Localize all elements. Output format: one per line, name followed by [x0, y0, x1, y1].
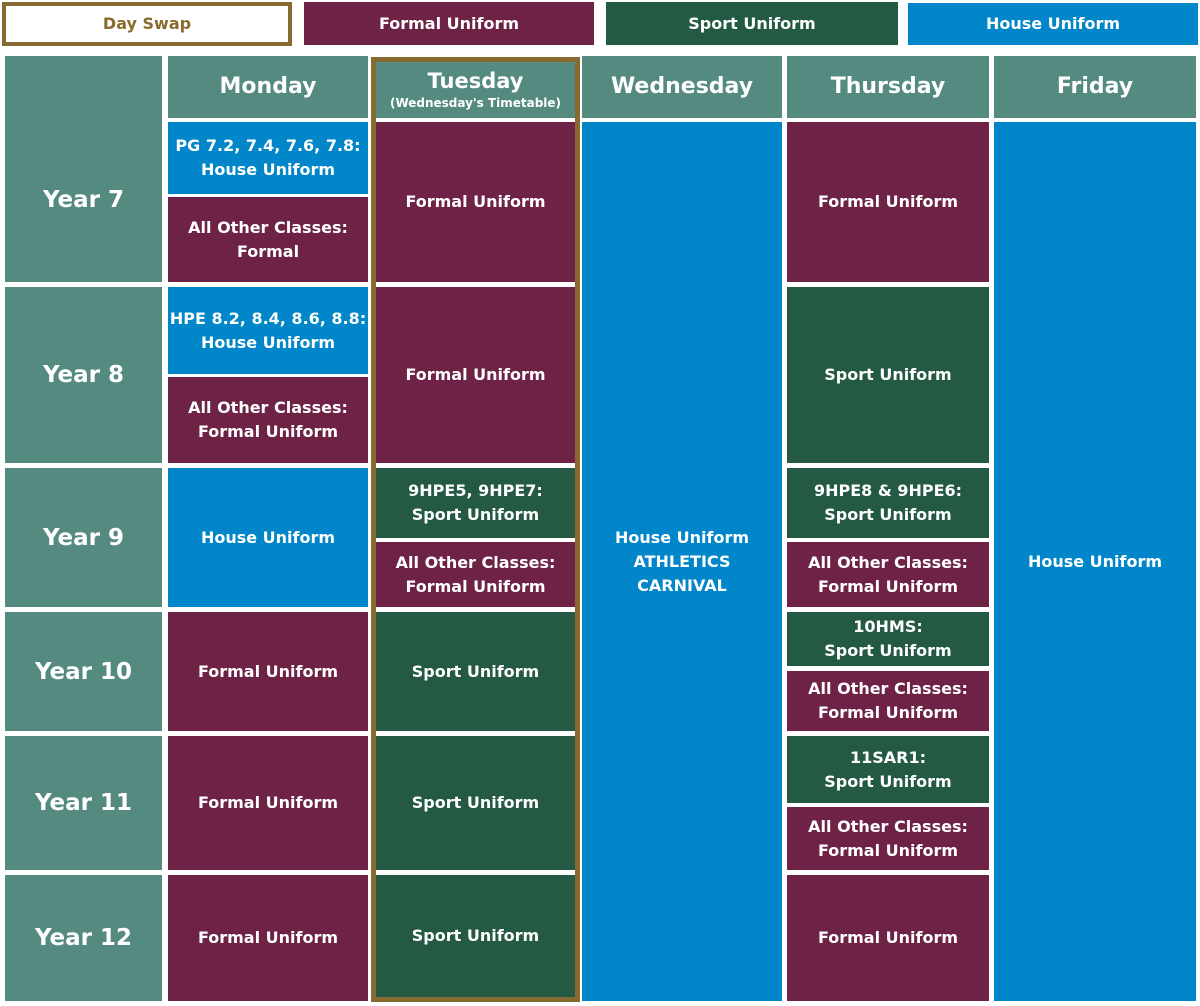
year-header-8: Year 8 — [5, 287, 162, 463]
day-header-wednesday: Wednesday — [582, 56, 782, 118]
monday-year9: House Uniform — [168, 468, 368, 607]
day-header-thursday: Thursday — [787, 56, 989, 118]
legend-sport-uniform: Sport Uniform — [606, 2, 898, 45]
wednesday-all-years-athletics-carnival: House Uniform ATHLETICS CARNIVAL — [582, 122, 782, 1001]
thursday-year7: Formal Uniform — [787, 122, 989, 282]
thursday-year10-hms-class: 10HMS: Sport Uniform — [787, 612, 989, 666]
tuesday-title: Tuesday — [427, 68, 524, 93]
tuesday-year9-other-classes: All Other Classes: Formal Uniform — [376, 542, 575, 607]
thursday-year9-hpe-classes: 9HPE8 & 9HPE6: Sport Uniform — [787, 468, 989, 538]
day-header-monday: Monday — [168, 56, 368, 118]
legend-formal-uniform: Formal Uniform — [304, 2, 594, 45]
thursday-year9-other-classes: All Other Classes: Formal Uniform — [787, 542, 989, 607]
tuesday-year10: Sport Uniform — [376, 612, 575, 731]
monday-year7-other-classes: All Other Classes: Formal — [168, 197, 368, 282]
year-header-11: Year 11 — [5, 736, 162, 870]
legend-day-swap: Day Swap — [2, 2, 292, 46]
day-header-friday: Friday — [994, 56, 1196, 118]
year-header-9: Year 9 — [5, 468, 162, 607]
thursday-year10-other-classes: All Other Classes: Formal Uniform — [787, 671, 989, 731]
thursday-year11-other-classes: All Other Classes: Formal Uniform — [787, 807, 989, 870]
thursday-year8: Sport Uniform — [787, 287, 989, 463]
legend-house-uniform: House Uniform — [908, 3, 1198, 45]
monday-year10: Formal Uniform — [168, 612, 368, 731]
monday-year7-pg-classes: PG 7.2, 7.4, 7.6, 7.8: House Uniform — [168, 122, 368, 194]
thursday-year11-sar-class: 11SAR1: Sport Uniform — [787, 736, 989, 803]
tuesday-year8: Formal Uniform — [376, 287, 575, 463]
year-header-10: Year 10 — [5, 612, 162, 731]
monday-year12: Formal Uniform — [168, 875, 368, 1001]
tuesday-year12: Sport Uniform — [376, 875, 575, 997]
tuesday-year7: Formal Uniform — [376, 122, 575, 282]
friday-all-years: House Uniform — [994, 122, 1196, 1001]
tuesday-year11: Sport Uniform — [376, 736, 575, 870]
year-header-12: Year 12 — [5, 875, 162, 1001]
monday-year8-other-classes: All Other Classes: Formal Uniform — [168, 377, 368, 463]
tuesday-timetable-note: (Wednesday's Timetable) — [389, 95, 562, 110]
day-header-tuesday: Tuesday (Wednesday's Timetable) — [376, 61, 575, 118]
monday-year8-hpe-classes: HPE 8.2, 8.4, 8.6, 8.8: House Uniform — [168, 287, 368, 374]
year-header-7: Year 7 — [5, 56, 162, 282]
tuesday-year9-hpe-classes: 9HPE5, 9HPE7: Sport Uniform — [376, 468, 575, 538]
monday-year11: Formal Uniform — [168, 736, 368, 870]
thursday-year12: Formal Uniform — [787, 875, 989, 1001]
